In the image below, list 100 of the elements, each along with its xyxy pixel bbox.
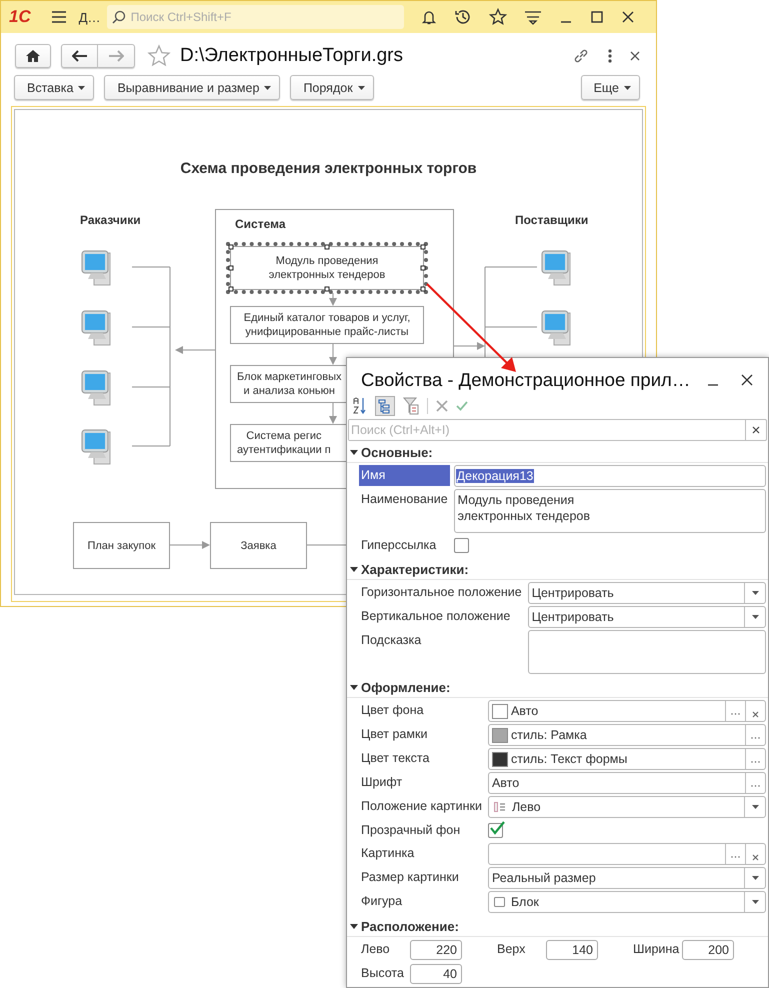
home-button[interactable] xyxy=(15,44,51,68)
expand-icon[interactable] xyxy=(350,450,358,455)
close-icon[interactable] xyxy=(630,51,640,61)
flow-arrow xyxy=(329,292,337,306)
input-field[interactable]: Декорация13 xyxy=(454,465,766,487)
history-icon[interactable] xyxy=(454,8,472,26)
input-field[interactable]: стиль: Текст формы xyxy=(488,748,766,770)
dropdown-field[interactable]: Центрировать xyxy=(528,582,766,604)
property-label: Лево xyxy=(360,941,391,958)
group-label: Раказчики xyxy=(80,213,141,227)
group-title[interactable]: Расположение: xyxy=(361,919,459,934)
caret-icon[interactable] xyxy=(752,805,758,809)
property-label[interactable]: Размер картинки xyxy=(359,867,484,888)
computer-icon xyxy=(542,310,570,346)
window-title: Д… xyxy=(78,10,102,24)
property-label[interactable]: Положение картинки xyxy=(359,796,484,817)
diagram-block[interactable]: Единый каталог товаров и услуг, унифицированные прайс-листы xyxy=(230,306,424,344)
menu-button[interactable]: Порядок xyxy=(290,75,374,100)
caret-icon xyxy=(624,86,631,90)
caret-icon[interactable] xyxy=(752,591,758,595)
property-label[interactable]: Горизонтальное положение xyxy=(359,582,524,603)
field-value: Центрировать xyxy=(530,610,615,624)
search-icon xyxy=(112,10,126,24)
property-label[interactable]: Вертикальное положение xyxy=(359,606,524,627)
expand-icon[interactable] xyxy=(350,924,358,929)
back-button[interactable] xyxy=(61,44,98,68)
expand-icon[interactable] xyxy=(350,685,358,690)
caret-icon[interactable] xyxy=(752,900,758,904)
maximize-icon[interactable] xyxy=(590,10,604,24)
menu-button[interactable]: Вставка xyxy=(14,75,94,100)
property-label[interactable]: Прозрачный фон xyxy=(359,820,484,841)
property-label[interactable]: Цвет текста xyxy=(359,748,484,769)
property-label: Ширина xyxy=(632,941,680,958)
group-view-button[interactable] xyxy=(375,396,395,416)
star-icon[interactable] xyxy=(147,44,171,68)
menu-icon[interactable] xyxy=(50,10,67,24)
group-label: Поставщики xyxy=(515,213,588,227)
property-label[interactable]: Цвет рамки xyxy=(359,724,484,745)
flow-arrow xyxy=(452,342,485,350)
bell-icon[interactable] xyxy=(420,9,437,25)
expand-icon[interactable] xyxy=(350,567,358,572)
flow-arrow xyxy=(329,344,337,365)
more-button[interactable]: Еще xyxy=(580,75,640,100)
checkbox[interactable] xyxy=(488,822,503,838)
field-value: Лево xyxy=(510,800,542,814)
back-arrow-icon xyxy=(72,50,88,62)
property-label[interactable]: Шрифт xyxy=(359,772,484,793)
input-field[interactable]: стиль: Рамка xyxy=(488,724,766,746)
caret-icon xyxy=(264,86,272,90)
field-value: Модуль проведения электронных тендеров xyxy=(456,492,591,524)
computer-icon xyxy=(82,310,110,346)
property-label: Верх xyxy=(496,941,526,958)
diagram-block[interactable]: План закупок xyxy=(73,522,170,569)
property-label[interactable]: Цвет фона xyxy=(359,700,484,721)
filter-list-icon[interactable] xyxy=(524,9,542,25)
property-label[interactable]: Подсказка xyxy=(359,630,524,651)
diagram-block[interactable]: Заявка xyxy=(210,522,307,569)
group-title[interactable]: Характеристики: xyxy=(361,562,469,577)
picture-position-icon xyxy=(494,802,506,812)
field-value: Реальный размер xyxy=(490,871,597,885)
property-label[interactable]: Наименование xyxy=(359,489,450,510)
dropdown-field[interactable]: Лево xyxy=(488,796,766,818)
dropdown-field[interactable]: Центрировать xyxy=(528,606,766,628)
clear-icon[interactable] xyxy=(752,426,760,434)
property-label[interactable]: Картинка xyxy=(359,843,484,864)
number-field[interactable]: 140 xyxy=(546,940,598,960)
property-label[interactable]: Фигура xyxy=(359,891,484,912)
close-icon[interactable] xyxy=(620,10,635,24)
number-field[interactable]: 40 xyxy=(410,964,462,984)
property-label[interactable]: Гиперссылка xyxy=(359,535,450,556)
flow-arrow xyxy=(170,541,210,549)
field-value: стиль: Рамка xyxy=(510,728,588,742)
caret-icon xyxy=(78,86,86,90)
sort-icon[interactable] xyxy=(353,397,367,415)
number-field[interactable]: 220 xyxy=(410,940,462,960)
computer-icon xyxy=(542,250,570,286)
property-label[interactable]: Имя xyxy=(359,465,450,486)
close-icon[interactable] xyxy=(741,374,753,386)
field-value: Центрировать xyxy=(530,586,615,600)
diagram-title: Схема проведения электронных торгов xyxy=(179,160,478,177)
group-title[interactable]: Оформление: xyxy=(361,680,450,695)
number-field[interactable]: 200 xyxy=(682,940,734,960)
checkmark-icon[interactable] xyxy=(456,401,468,411)
caret-icon[interactable] xyxy=(752,615,758,619)
app-logo[interactable]: 1С xyxy=(9,7,31,27)
menu-button[interactable]: Выравнивание и размер xyxy=(104,75,280,100)
caret-icon[interactable] xyxy=(752,876,758,880)
input-field[interactable]: Авто xyxy=(488,772,766,794)
flow-arrow xyxy=(175,346,216,354)
input-field[interactable]: Авто xyxy=(488,700,766,722)
filter-icon[interactable] xyxy=(403,397,419,415)
dropdown-field[interactable]: Реальный размер xyxy=(488,867,766,889)
dropdown-field[interactable]: Блок xyxy=(488,891,766,913)
more-icon[interactable] xyxy=(608,49,612,63)
star-icon[interactable] xyxy=(488,8,507,26)
checkbox[interactable] xyxy=(454,538,469,552)
text-area[interactable]: Модуль проведения электронных тендеров xyxy=(454,489,766,533)
input-field[interactable] xyxy=(488,843,766,865)
rectangle-shape-icon xyxy=(494,897,505,907)
link-icon[interactable] xyxy=(572,47,590,65)
